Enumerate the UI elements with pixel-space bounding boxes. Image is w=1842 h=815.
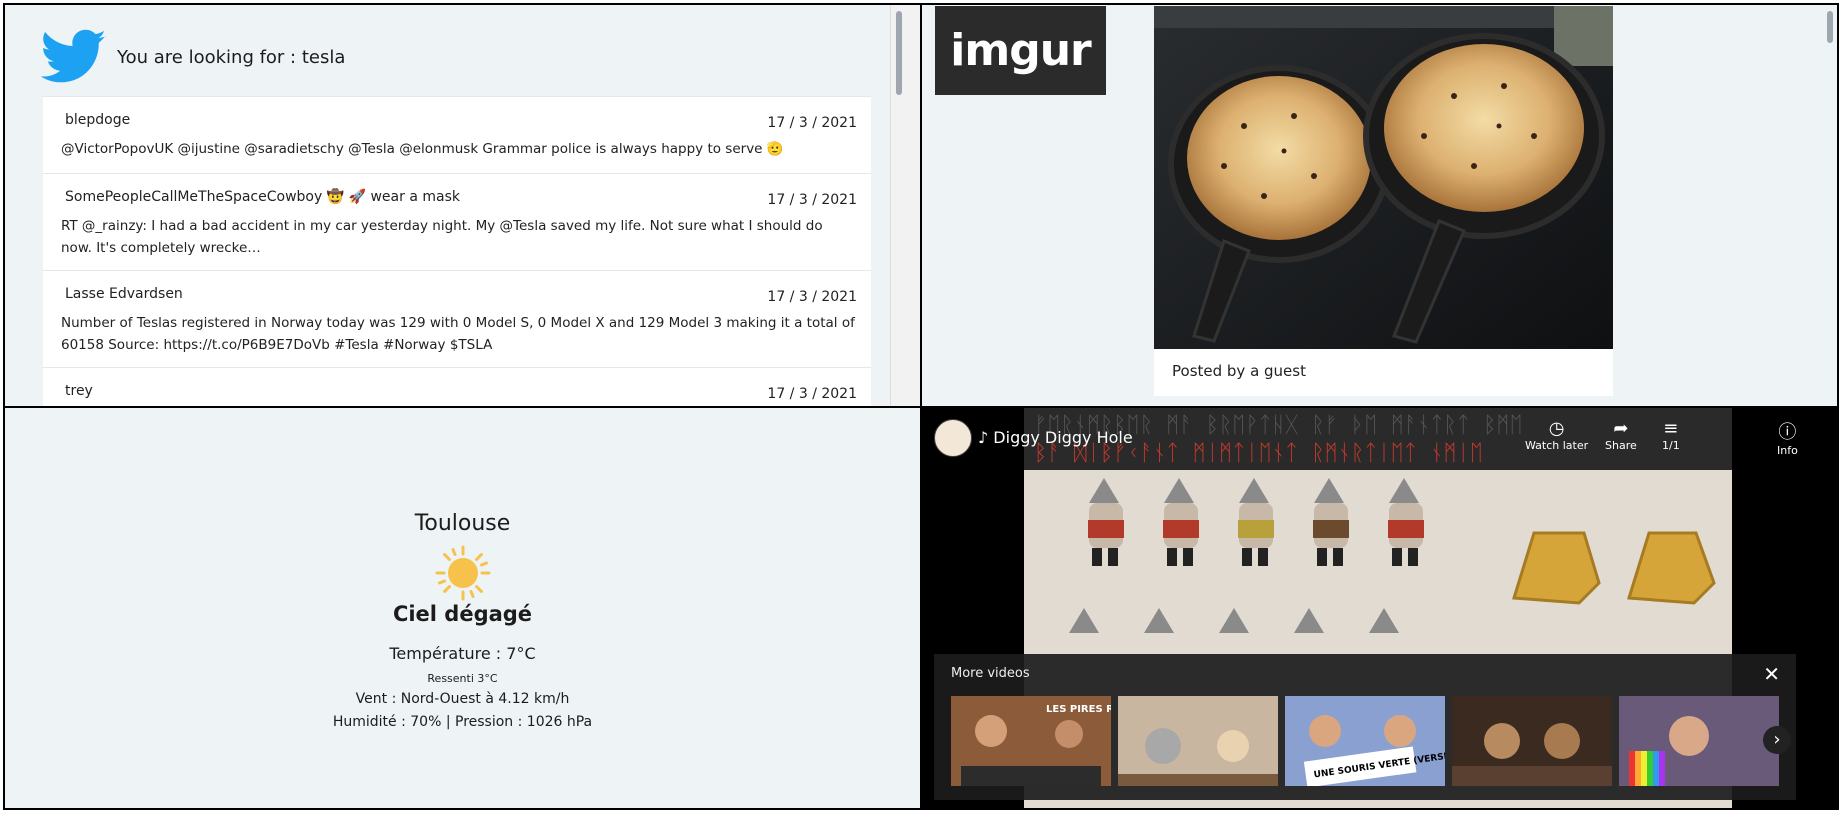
youtube-panel: ᚠᛖᚱᚾᛗᚱᛒᛖᚱ ᛗᚨ ᛒᚱᛖᚹᛏᚺᚷ ᚱᚠ ᚦᛖ ᛗᚨᚾᛏᚱᛏ ᛒᛗᛖ ᛒᚨ… xyxy=(920,406,1839,810)
tweet-user: blepdoge xyxy=(65,112,131,128)
channel-avatar[interactable] xyxy=(934,419,972,457)
tweet-user: Lasse Edvardsen xyxy=(65,286,183,302)
thumbnail-image xyxy=(1619,696,1779,786)
imgur-scrollbar-thumb[interactable] xyxy=(1827,11,1833,43)
imgur-post-card[interactable]: Posted by a guest xyxy=(1154,6,1613,396)
weather-wind: Vent : Nord-Ouest à 4.12 km/h xyxy=(355,691,570,707)
share-button[interactable]: ➦ Share xyxy=(1605,418,1637,452)
more-videos-overlay: More videos ✕ LES PIRES REPRISES #2 xyxy=(934,654,1796,800)
video-thumbnail[interactable]: LES PIRES REPRISES #2 xyxy=(951,696,1111,786)
tweet-item[interactable]: SomePeopleCallMeTheSpaceCowboy 🤠 🚀 wear … xyxy=(43,173,871,270)
video-topbar: ♪ Diggy Diggy Hole ◷ Watch later ➦ Share… xyxy=(922,408,1837,470)
imgur-logo-text: imgur xyxy=(950,25,1091,76)
info-label: Info xyxy=(1777,444,1798,457)
thumbnail-image: LES PIRES REPRISES #2 xyxy=(951,696,1111,786)
twitter-bird-icon xyxy=(41,29,106,83)
tweet-scroll-track[interactable] xyxy=(890,5,920,406)
weather-feels-like: Ressenti 3°C xyxy=(427,672,498,685)
chevron-right-icon[interactable]: › xyxy=(1763,726,1791,754)
info-button[interactable]: ⓘ Info xyxy=(1777,418,1798,457)
tweet-date: 17 / 3 / 2021 xyxy=(767,115,857,131)
thumbnail-image: UNE SOURIS VERTE (VERSION PNL) xyxy=(1285,696,1445,786)
more-videos-label: More videos xyxy=(951,666,1030,681)
playlist-icon: ≡ xyxy=(1663,418,1679,439)
video-thumbnail[interactable]: UNE SOURIS VERTE (VERSION PNL) xyxy=(1285,696,1445,786)
playlist-label: 1/1 xyxy=(1662,439,1680,452)
tweet-date: 17 / 3 / 2021 xyxy=(767,289,857,305)
info-icon: ⓘ xyxy=(1778,422,1797,443)
playlist-button[interactable]: ≡ 1/1 xyxy=(1662,418,1680,452)
share-icon: ➦ xyxy=(1613,418,1629,439)
tweet-date: 17 / 3 / 2021 xyxy=(767,386,857,402)
imgur-panel: imgur Posted by a guest xyxy=(920,3,1839,408)
tweet-list: blepdoge 17 / 3 / 2021 @VictorPopovUK @i… xyxy=(43,96,871,406)
tweet-scrollbar-thumb[interactable] xyxy=(896,11,902,95)
close-icon[interactable]: ✕ xyxy=(1763,662,1780,686)
twitter-panel: You are looking for : tesla blepdoge 17 … xyxy=(3,3,922,408)
twitter-header: You are looking for : tesla xyxy=(41,27,345,87)
post-image[interactable] xyxy=(1154,6,1613,349)
video-title[interactable]: ♪ Diggy Diggy Hole xyxy=(978,428,1133,447)
post-caption: Posted by a guest xyxy=(1172,362,1306,380)
weather-humidity-pressure: Humidité : 70% | Pression : 1026 hPa xyxy=(332,714,593,730)
svg-text:LES PIRES REPRISES #2: LES PIRES REPRISES #2 xyxy=(1046,704,1111,715)
tweet-item[interactable]: blepdoge 17 / 3 / 2021 @VictorPopovUK @i… xyxy=(43,96,871,173)
clock-icon: ◷ xyxy=(1548,418,1565,439)
tweet-date: 17 / 3 / 2021 xyxy=(767,192,857,208)
sun-icon xyxy=(435,545,491,601)
watch-later-button[interactable]: ◷ Watch later xyxy=(1525,418,1588,452)
thumbnail-image xyxy=(1118,696,1278,786)
bread-skillets-image xyxy=(1154,6,1613,349)
tweet-user: trey xyxy=(65,383,93,399)
tweet-item[interactable]: Lasse Edvardsen 17 / 3 / 2021 Number of … xyxy=(43,270,871,367)
video-thumbnail[interactable] xyxy=(1118,696,1278,786)
weather-panel: Toulouse Ciel dégagé Température : 7°C R… xyxy=(3,406,922,810)
weather-city: Toulouse xyxy=(414,511,511,536)
tweet-text: @VictorPopovUK @ijustine @saradietschy @… xyxy=(61,141,784,157)
weather-temperature: Température : 7°C xyxy=(389,644,536,663)
weather-condition: Ciel dégagé xyxy=(392,602,533,626)
tweet-item[interactable]: trey 17 / 3 / 2021 xyxy=(43,367,871,406)
thumbnail-image xyxy=(1452,696,1612,786)
search-query-title: You are looking for : tesla xyxy=(117,46,346,68)
tweet-user: SomePeopleCallMeTheSpaceCowboy 🤠 🚀 wear … xyxy=(65,189,460,205)
imgur-logo[interactable]: imgur xyxy=(935,6,1106,95)
video-thumbnail[interactable] xyxy=(1619,696,1779,786)
watch-later-label: Watch later xyxy=(1525,439,1589,452)
tweet-text: RT @_rainzy: I had a bad accident in my … xyxy=(61,218,823,256)
tweet-text: Number of Teslas registered in Norway to… xyxy=(61,315,855,353)
video-thumbnail[interactable] xyxy=(1452,696,1612,786)
share-label: Share xyxy=(1605,439,1637,452)
